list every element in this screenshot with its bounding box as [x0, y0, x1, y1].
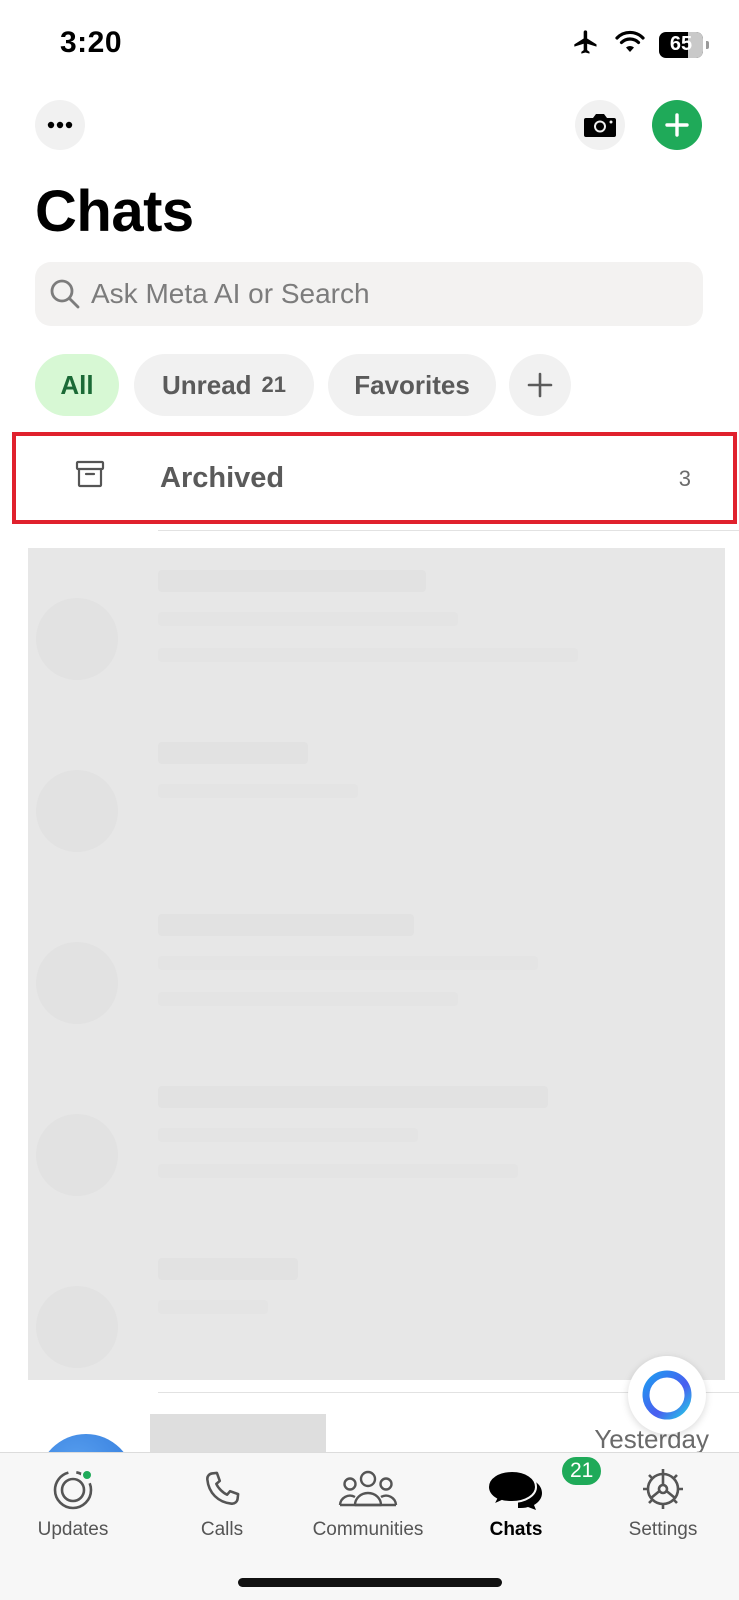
chat-name-placeholder — [158, 914, 414, 936]
battery-indicator: 65 — [659, 31, 709, 58]
phone-icon — [200, 1463, 244, 1515]
plus-icon — [665, 113, 689, 137]
tab-label-chats: Chats — [489, 1519, 543, 1540]
chat-name-placeholder — [158, 742, 308, 764]
tab-calls[interactable]: Calls — [152, 1463, 292, 1541]
chat-preview-placeholder — [158, 648, 578, 662]
search-icon — [50, 279, 80, 309]
chat-preview-placeholder — [158, 1164, 518, 1178]
filter-chip-favorites-label: Favorites — [354, 369, 470, 400]
list-item[interactable] — [28, 720, 725, 892]
archived-row[interactable]: Archived 3 — [12, 432, 737, 524]
plus-icon — [527, 372, 553, 398]
status-icons: 65 — [571, 28, 709, 61]
avatar — [36, 770, 118, 852]
chat-preview-placeholder — [158, 784, 358, 798]
archived-label: Archived — [160, 462, 285, 494]
chat-preview-placeholder — [158, 612, 458, 626]
wifi-icon — [615, 30, 645, 59]
tab-updates[interactable]: Updates — [3, 1463, 143, 1541]
add-filter-button[interactable] — [509, 354, 571, 416]
list-item[interactable] — [28, 892, 725, 1064]
filter-chip-favorites[interactable]: Favorites — [328, 354, 496, 416]
page-title: Chats — [35, 179, 194, 244]
list-item[interactable] — [28, 548, 725, 720]
meta-ai-button[interactable] — [628, 1356, 706, 1434]
search-bar[interactable] — [35, 262, 703, 326]
unread-count: 21 — [261, 372, 287, 397]
redacted-chat-list — [28, 548, 725, 1380]
chat-preview-placeholder — [158, 992, 458, 1006]
redacted-chat-name — [150, 1414, 326, 1456]
ellipsis-icon — [47, 121, 73, 129]
battery-level: 65 — [669, 33, 693, 55]
chat-preview-placeholder — [158, 1128, 418, 1142]
chat-name-placeholder — [158, 1258, 298, 1280]
updates-status-icon — [49, 1463, 97, 1515]
tab-label-settings: Settings — [628, 1519, 698, 1540]
status-time: 3:20 — [60, 26, 123, 59]
chat-name-placeholder — [158, 570, 426, 592]
airplane-mode-icon — [571, 28, 601, 61]
avatar — [36, 1114, 118, 1196]
archived-count: 3 — [678, 466, 691, 491]
filter-chip-all[interactable]: All — [35, 354, 119, 416]
meta-ai-ring-icon — [642, 1370, 692, 1420]
camera-icon — [584, 114, 616, 137]
divider — [158, 530, 739, 531]
list-item[interactable] — [28, 1236, 725, 1408]
tab-label-calls: Calls — [200, 1519, 244, 1540]
avatar — [36, 598, 118, 680]
chat-preview-placeholder — [158, 1300, 268, 1314]
archive-box-icon — [74, 458, 106, 495]
camera-button[interactable] — [575, 100, 625, 150]
chat-name-placeholder — [158, 1086, 548, 1108]
tab-settings[interactable]: Settings — [593, 1463, 733, 1541]
filter-chip-all-label: All — [60, 369, 94, 400]
tab-chats[interactable]: 21 Chats — [446, 1455, 604, 1541]
avatar — [36, 1286, 118, 1368]
chat-preview-placeholder — [158, 956, 538, 970]
more-options-button[interactable] — [35, 100, 85, 150]
tab-label-updates: Updates — [37, 1519, 109, 1540]
gear-icon — [639, 1463, 687, 1515]
tab-communities[interactable]: Communities — [298, 1463, 438, 1541]
tab-label-communities: Communities — [312, 1519, 424, 1540]
filter-chip-unread-label: Unread — [161, 369, 252, 400]
list-item[interactable] — [28, 1064, 725, 1236]
avatar — [36, 942, 118, 1024]
chat-bubbles-icon: 21 — [486, 1455, 604, 1515]
communities-group-icon — [338, 1463, 398, 1515]
home-indicator — [238, 1578, 502, 1587]
new-chat-button[interactable] — [652, 100, 702, 150]
search-input[interactable] — [91, 278, 671, 310]
filter-chip-unread[interactable]: Unread 21 — [134, 354, 314, 416]
